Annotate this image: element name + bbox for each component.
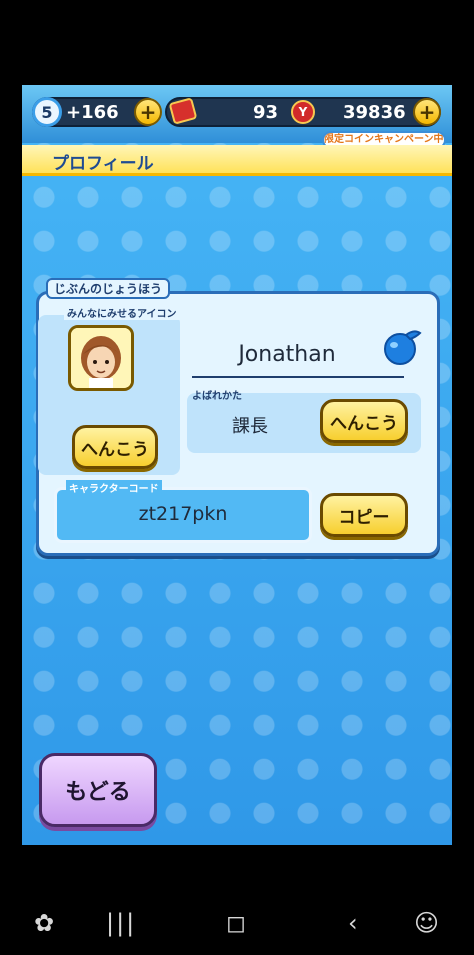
plus-icon: + <box>418 100 436 124</box>
title-bar: プロフィール <box>22 145 452 176</box>
character-code-label: キャラクターコード <box>66 480 162 495</box>
ticket-icon <box>168 97 198 125</box>
coin-icon: Y <box>291 100 315 124</box>
games-icon[interactable]: ✿ <box>34 909 54 937</box>
plus-icon: + <box>139 100 157 124</box>
copy-button[interactable]: コピー <box>320 493 408 537</box>
recent-apps-icon[interactable]: ||| <box>106 909 136 937</box>
stamina-pill: 5 +166 + <box>32 97 162 127</box>
back-button[interactable]: もどる <box>39 753 157 827</box>
panel-label: じぶんのじょうほう <box>46 278 171 299</box>
player-name: Jonathan <box>238 342 336 367</box>
add-stamina-button[interactable]: + <box>134 98 162 126</box>
coin-count: 39836 <box>343 102 406 123</box>
home-icon[interactable]: ◻ <box>226 909 246 937</box>
nickname-value: 課長 <box>232 416 268 437</box>
player-name-field: Jonathan <box>192 340 404 378</box>
nickname-label: よばれかた <box>192 391 242 402</box>
avatar-icon <box>68 325 134 391</box>
ticket-count: 93 <box>253 102 279 123</box>
back-icon[interactable]: ‹ <box>348 909 358 937</box>
change-icon-button[interactable]: へんこう <box>72 425 158 469</box>
stamina-value: +166 <box>66 102 119 123</box>
currency-bar: 5 +166 + 93 Y 39836 + 限定コインキャンペーン中! <box>22 85 452 149</box>
page-title: プロフィール <box>52 154 154 174</box>
character-code: zt217pkn <box>138 503 228 525</box>
currency-pill: 93 Y 39836 + <box>165 97 441 127</box>
change-nickname-button[interactable]: へんこう <box>320 399 408 443</box>
add-coins-button[interactable]: + <box>413 98 441 126</box>
level-badge: 5 <box>32 97 62 127</box>
bubble-icon <box>384 330 422 365</box>
accessibility-icon[interactable]: ☺ <box>414 909 439 937</box>
icon-section-label: みんなにみせるアイコン <box>64 305 180 320</box>
game-screen: 5 +166 + 93 Y 39836 + 限定コインキャンペーン中! プロフィ… <box>22 85 452 845</box>
android-nav-bar: ✿ ||| ◻ ‹ ☺ <box>0 895 474 955</box>
